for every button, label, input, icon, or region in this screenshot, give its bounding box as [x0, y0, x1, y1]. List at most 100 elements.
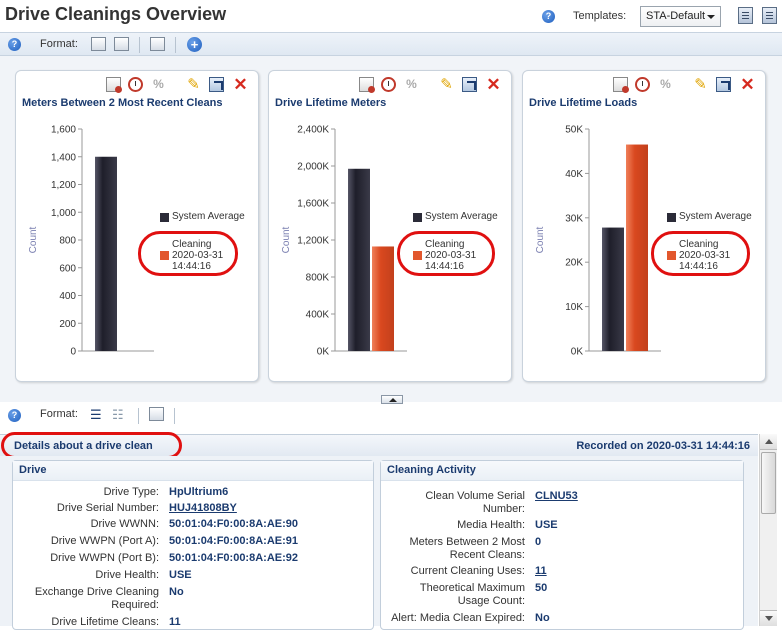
cleaning-uses-link[interactable]: 11	[535, 565, 547, 577]
detail-value: 50	[535, 582, 548, 594]
print-icon[interactable]	[149, 407, 164, 421]
edit-pencil-icon[interactable]: ✎	[693, 77, 708, 92]
maximize-icon[interactable]	[462, 77, 477, 92]
detail-view-icon[interactable]: ☷	[112, 408, 124, 423]
legend-swatch-system-average	[667, 213, 676, 222]
y-tick-label: 2,000K	[297, 162, 329, 173]
detail-value: No	[535, 612, 550, 624]
clock-icon[interactable]	[635, 77, 650, 92]
y-tick-label: 10K	[565, 302, 583, 313]
details-body: Drive Drive Type: HpUltrium6 Drive Seria…	[0, 456, 758, 630]
y-tick-label: 1,600	[51, 125, 76, 136]
scroll-down-arrow[interactable]	[760, 610, 777, 626]
maximize-icon[interactable]	[209, 77, 224, 92]
close-icon[interactable]: ✕	[486, 76, 501, 93]
detail-row: Drive Lifetime Cleans: 11	[13, 616, 375, 630]
y-tick-label: 1,000	[51, 208, 76, 219]
close-icon[interactable]: ✕	[233, 76, 248, 93]
templates-select-value: STA-Default	[646, 10, 706, 22]
detail-label: Drive WWPN (Port B):	[50, 552, 159, 564]
scroll-thumb[interactable]	[761, 452, 776, 514]
y-tick-label: 50K	[565, 125, 583, 136]
detail-value: USE	[169, 569, 192, 581]
y-tick-label: 400	[59, 291, 76, 302]
y-tick-label: 200	[59, 319, 76, 330]
history-icon[interactable]	[106, 77, 122, 93]
legend-label: System Average	[425, 211, 498, 222]
cleaning-card-title: Cleaning Activity	[381, 461, 743, 481]
bar-cleaning	[372, 246, 394, 351]
bar-system-average	[95, 156, 117, 351]
detail-row: Current Cleaning Uses: 11	[381, 565, 745, 579]
detail-row: Alert: Media Clean Expired: No	[381, 612, 745, 626]
y-tick-label: 800	[59, 236, 76, 247]
detail-value: HpUltrium6	[169, 486, 229, 498]
highlight-oval	[397, 231, 495, 276]
dashboard-toolbar: ? Format: +	[0, 32, 782, 56]
history-icon[interactable]	[359, 77, 375, 93]
y-tick-label: 800K	[306, 273, 330, 284]
detail-label: Drive WWPN (Port A):	[50, 535, 159, 547]
detail-row: Drive Health: USE	[13, 569, 375, 583]
drive-card: Drive Drive Type: HpUltrium6 Drive Seria…	[12, 460, 374, 630]
chart-title: Meters Between 2 Most Recent Cleans	[22, 97, 223, 109]
detail-value: 50:01:04:F0:00:8A:AE:92	[169, 552, 298, 564]
detail-value: 50:01:04:F0:00:8A:AE:91	[169, 535, 298, 547]
y-tick-label: 1,200	[51, 180, 76, 191]
clock-icon[interactable]	[381, 77, 396, 92]
y-axis-label: Count	[535, 226, 546, 253]
layout-grid-icon[interactable]	[91, 37, 106, 51]
percent-icon[interactable]: %	[658, 77, 673, 92]
scroll-up-arrow[interactable]	[760, 434, 777, 450]
close-icon[interactable]: ✕	[740, 76, 755, 93]
percent-icon[interactable]: %	[404, 77, 419, 92]
detail-row: Theoretical Maximum Usage Count: 50	[381, 582, 745, 610]
list-view-icon[interactable]: ☰	[90, 408, 102, 423]
edit-pencil-icon[interactable]: ✎	[439, 77, 454, 92]
clean-volume-link[interactable]: CLNU53	[535, 490, 578, 502]
bar-system-average	[602, 227, 624, 351]
y-tick-label: 1,600K	[297, 199, 329, 210]
manage-templates-icon[interactable]	[738, 7, 753, 24]
title-bar: Drive Cleanings Overview ? Templates: ST…	[0, 0, 782, 32]
help-icon[interactable]: ?	[8, 38, 21, 51]
help-icon[interactable]: ?	[542, 10, 555, 23]
templates-label: Templates:	[573, 10, 627, 22]
details-scrollbar[interactable]	[759, 434, 777, 626]
detail-value: USE	[535, 519, 558, 531]
drive-card-title: Drive	[13, 461, 373, 481]
add-portlet-icon[interactable]: +	[187, 37, 202, 52]
y-tick-label: 0K	[571, 347, 584, 358]
y-tick-label: 600	[59, 263, 76, 274]
y-tick-label: 2,400K	[297, 125, 329, 136]
print-icon[interactable]	[150, 37, 165, 51]
help-icon[interactable]: ?	[8, 409, 21, 422]
detail-row: Drive Type: HpUltrium6	[13, 486, 375, 500]
layout-rows-icon[interactable]	[114, 37, 129, 51]
bar-system-average	[348, 168, 370, 351]
templates-select[interactable]: STA-Default	[640, 6, 721, 27]
export-icon[interactable]	[762, 7, 777, 24]
detail-label: Media Health:	[457, 519, 525, 531]
toolbar-divider	[138, 408, 139, 424]
detail-label: Drive Health:	[95, 569, 159, 581]
history-icon[interactable]	[613, 77, 629, 93]
detail-label: Alert: Media Clean Expired:	[391, 612, 525, 624]
y-axis-label: Count	[28, 226, 39, 253]
clock-icon[interactable]	[128, 77, 143, 92]
edit-pencil-icon[interactable]: ✎	[186, 77, 201, 92]
chart-panel-drive-lifetime-loads: % ✎ ✕ Drive Lifetime Loads 0K 10K 20K 30K 40…	[522, 70, 766, 382]
maximize-icon[interactable]	[716, 77, 731, 92]
y-tick-label: 0	[70, 347, 76, 358]
highlight-oval	[651, 231, 750, 276]
percent-icon[interactable]: %	[151, 77, 166, 92]
drive-serial-link[interactable]: HUJ41808BY	[169, 502, 237, 514]
chart-title: Drive Lifetime Loads	[529, 97, 638, 109]
collapse-handle[interactable]	[381, 395, 403, 404]
detail-row: Clean Volume Serial Number: CLNU53	[381, 490, 745, 518]
legend-label: System Average	[172, 211, 245, 222]
chart-panel-drive-lifetime-meters: % ✎ ✕ Drive Lifetime Meters 0K 400K 800K 1,…	[268, 70, 512, 382]
legend-swatch-system-average	[413, 213, 422, 222]
y-tick-label: 40K	[565, 169, 583, 180]
detail-row: Exchange Drive Cleaning Required: No	[13, 586, 375, 614]
